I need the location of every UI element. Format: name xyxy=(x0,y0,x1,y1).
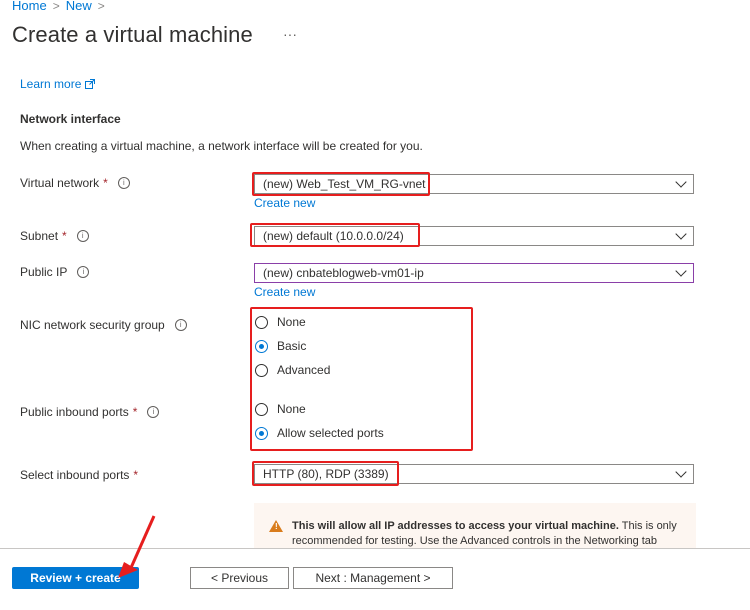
annotation-arrow-icon xyxy=(118,515,156,578)
more-options-icon[interactable]: ··· xyxy=(283,26,297,42)
public-ip-value: (new) cnbateblogweb-vm01-ip xyxy=(263,266,424,280)
external-link-icon xyxy=(85,79,96,89)
info-icon[interactable]: i xyxy=(174,319,187,331)
breadcrumb-home[interactable]: Home xyxy=(12,0,47,13)
network-interface-description: When creating a virtual machine, a netwo… xyxy=(20,139,423,153)
breadcrumb-separator: > xyxy=(97,0,105,13)
breadcrumb-separator: > xyxy=(52,0,60,13)
radio-unchecked-icon xyxy=(255,315,268,329)
public-ip-label-text: Public IP xyxy=(20,265,68,279)
required-asterisk: * xyxy=(133,468,139,482)
chevron-down-icon xyxy=(675,228,687,240)
public-inbound-ports-label: Public inbound ports * i xyxy=(20,405,160,419)
previous-button[interactable]: < Previous xyxy=(190,567,289,589)
nic-nsg-radio-basic[interactable]: Basic xyxy=(255,339,306,353)
virtual-network-value: (new) Web_Test_VM_RG-vnet xyxy=(263,177,426,191)
select-inbound-ports-select[interactable]: HTTP (80), RDP (3389) xyxy=(254,464,694,484)
nic-nsg-radio-advanced[interactable]: Advanced xyxy=(255,363,330,377)
info-icon[interactable]: i xyxy=(76,230,89,242)
public-ip-select[interactable]: (new) cnbateblogweb-vm01-ip xyxy=(254,263,694,283)
select-inbound-ports-label: Select inbound ports * xyxy=(20,468,138,482)
radio-label: None xyxy=(277,402,306,416)
virtual-network-select[interactable]: (new) Web_Test_VM_RG-vnet xyxy=(254,174,694,194)
warning-text-line2: recommended for testing. Use the Advance… xyxy=(292,535,658,547)
radio-label: Advanced xyxy=(277,363,331,377)
nic-nsg-label-text: NIC network security group xyxy=(20,318,165,332)
info-icon[interactable]: i xyxy=(147,406,160,418)
warning-bold-text: This will allow all IP addresses to acce… xyxy=(292,520,619,532)
warning-icon: ! xyxy=(269,520,283,532)
cutoff-text xyxy=(20,68,660,74)
virtual-network-create-new-link[interactable]: Create new xyxy=(254,196,315,210)
learn-more-link[interactable]: Learn more xyxy=(20,77,96,91)
next-management-button[interactable]: Next : Management > xyxy=(293,567,453,589)
required-asterisk: * xyxy=(132,405,138,419)
chevron-down-icon xyxy=(675,466,687,478)
select-inbound-ports-value: HTTP (80), RDP (3389) xyxy=(263,467,389,481)
chevron-down-icon xyxy=(675,176,687,188)
breadcrumb-new[interactable]: New xyxy=(66,0,92,13)
radio-checked-icon xyxy=(255,426,268,440)
public-ip-create-new-link[interactable]: Create new xyxy=(254,285,315,299)
virtual-network-label: Virtual network * i xyxy=(20,176,130,190)
radio-label: Basic xyxy=(277,339,307,353)
required-asterisk: * xyxy=(103,176,108,190)
subnet-label-text: Subnet xyxy=(20,229,59,243)
breadcrumb: Home > New > xyxy=(12,0,105,13)
radio-label: None xyxy=(277,315,306,329)
select-inbound-ports-label-text: Select inbound ports xyxy=(20,468,130,482)
virtual-network-label-text: Virtual network xyxy=(20,176,100,190)
warning-text-line1: This is only xyxy=(618,520,677,532)
warning-text: This will allow all IP addresses to acce… xyxy=(292,519,692,549)
required-asterisk: * xyxy=(62,229,67,243)
learn-more-label: Learn more xyxy=(20,77,82,91)
radio-unchecked-icon xyxy=(255,402,268,416)
nic-nsg-label: NIC network security group i xyxy=(20,318,187,332)
public-inbound-radio-allow-selected[interactable]: Allow selected ports xyxy=(255,426,384,440)
radio-label: Allow selected ports xyxy=(277,426,384,440)
radio-checked-icon xyxy=(255,339,268,353)
info-icon[interactable]: i xyxy=(117,177,130,189)
subnet-value: (new) default (10.0.0.0/24) xyxy=(263,229,404,243)
network-interface-heading: Network interface xyxy=(20,112,121,126)
info-icon[interactable]: i xyxy=(77,266,90,278)
page-title: Create a virtual machine xyxy=(12,22,253,47)
public-inbound-radio-none[interactable]: None xyxy=(255,402,306,416)
subnet-select[interactable]: (new) default (10.0.0.0/24) xyxy=(254,226,694,246)
public-inbound-ports-label-text: Public inbound ports xyxy=(20,405,129,419)
chevron-down-icon xyxy=(675,265,687,277)
nic-nsg-radio-none[interactable]: None xyxy=(255,315,306,329)
radio-unchecked-icon xyxy=(255,363,268,377)
subnet-label: Subnet * i xyxy=(20,229,89,243)
public-ip-label: Public IP i xyxy=(20,265,90,279)
